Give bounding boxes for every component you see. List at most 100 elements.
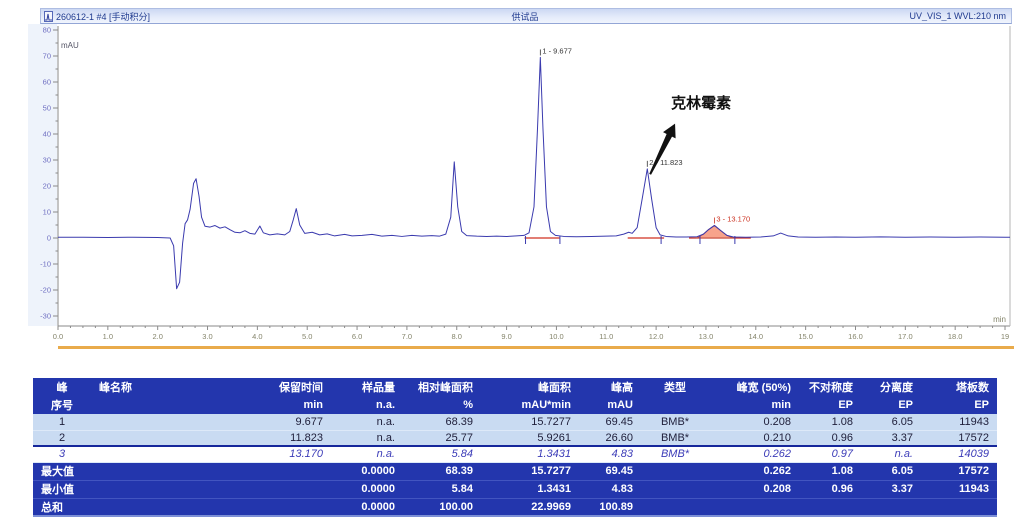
peak-cell: BMB* [641,430,709,446]
x-tick-label: 7.0 [402,332,412,341]
peak-cell: n.a. [331,430,403,446]
chromatography-workstation-page: 260612-1 #4 [手动积分] 供试品 UV_VIS_1 WVL:210 … [0,0,1026,529]
results-header-row: 序号minn.a.%mAU*minmAUminEPEPEP [33,396,997,414]
peak-cell: 17572 [921,430,997,446]
x-tick-label: 6.0 [352,332,362,341]
chromatogram-icon [44,11,53,22]
column-header-cell: 分离度 [861,378,921,396]
summary-cell: 0.96 [799,480,861,498]
summary-cell: 0.262 [709,462,799,480]
peak-cell: 1 [33,414,91,430]
x-tick-label: 16.0 [848,332,863,341]
sample-type-title: 供试品 [365,10,686,23]
y-tick-label: 40 [43,130,51,139]
peak-cell: 11.823 [241,430,331,446]
peak-cell: 1.08 [799,414,861,430]
x-tick-label: 8.0 [452,332,462,341]
summary-cell: 3.37 [861,480,921,498]
summary-cell: 100.89 [579,498,641,516]
summary-row: 总和0.0000100.0022.9969100.89 [33,498,997,516]
y-tick-label: 70 [43,52,51,61]
y-tick-label: 10 [43,208,51,217]
summary-cell: 17572 [921,462,997,480]
panel-bottom-rule [58,346,1014,349]
peak-row[interactable]: 313.170n.a.5.841.34314.83BMB*0.2620.97n.… [33,446,997,462]
x-tick-label: 13.0 [699,332,714,341]
y-tick-label: 60 [43,78,51,87]
x-tick-label: 19 [1001,332,1009,341]
peak-cell: 15.7277 [481,414,579,430]
peak-cell: 5.9261 [481,430,579,446]
column-header-cell: 保留时间 [241,378,331,396]
peak-cell: 2 [33,430,91,446]
column-header-cell: 峰名称 [91,378,241,396]
summary-cell: 1.3431 [481,480,579,498]
column-header-cell: EP [861,396,921,414]
summary-label-cell: 最小值 [33,480,241,498]
summary-cell [641,498,709,516]
column-header-cell: % [403,396,481,414]
results-header-row: 峰峰名称保留时间样品量相对峰面积峰面积峰高类型峰宽 (50%)不对称度分离度塔板… [33,378,997,396]
peak-cell: 14039 [921,446,997,462]
peak-cell: 3 [33,446,91,462]
x-tick-label: 0.0 [53,332,63,341]
peak-cell: 0.210 [709,430,799,446]
column-header-cell: mAU*min [481,396,579,414]
summary-cell [921,498,997,516]
y-tick-label: -20 [40,286,51,295]
y-tick-label: -30 [40,312,51,321]
chromatogram-panel: 260612-1 #4 [手动积分] 供试品 UV_VIS_1 WVL:210 … [28,8,1014,349]
column-header-cell: 塔板数 [921,378,997,396]
summary-cell: 68.39 [403,462,481,480]
peak-cell [91,430,241,446]
summary-cell: 5.84 [403,480,481,498]
peak-results-table: 峰峰名称保留时间样品量相对峰面积峰面积峰高类型峰宽 (50%)不对称度分离度塔板… [33,378,997,517]
summary-cell [241,480,331,498]
summary-cell: 0.0000 [331,498,403,516]
y-tick-label: 20 [43,182,51,191]
column-header-cell: 峰高 [579,378,641,396]
detector-channel-title: UV_VIS_1 WVL:210 nm [685,11,1011,21]
x-axis-unit-label: min [993,315,1006,324]
summary-cell: 6.05 [861,462,921,480]
column-header-cell: 不对称度 [799,378,861,396]
peak-cell: 4.83 [579,446,641,462]
peak-row[interactable]: 19.677n.a.68.3915.727769.45BMB*0.2081.08… [33,414,997,430]
y-tick-label: 0 [47,234,51,243]
summary-cell [241,462,331,480]
peak-cell: 9.677 [241,414,331,430]
summary-label-cell: 最大值 [33,462,241,480]
peak-cell: 3.37 [861,430,921,446]
annotation-arrow [649,124,675,175]
peak-cell: n.a. [331,446,403,462]
peak-cell: 0.97 [799,446,861,462]
chromatogram-plot[interactable]: 80706050403020100-10-20-300.01.02.03.04.… [28,24,1014,346]
peak-cell: 69.45 [579,414,641,430]
x-tick-label: 15.0 [798,332,813,341]
x-tick-label: 4.0 [252,332,262,341]
analyte-annotation-label: 克林霉素 [671,94,731,112]
summary-cell: 69.45 [579,462,641,480]
peak-row[interactable]: 211.823n.a.25.775.926126.60BMB*0.2100.96… [33,430,997,446]
x-tick-label: 14.0 [748,332,763,341]
column-header-cell: 峰 [33,378,91,396]
x-tick-label: 10.0 [549,332,564,341]
y-tick-label: 80 [43,26,51,35]
column-header-cell: 峰宽 (50%) [709,378,799,396]
x-tick-label: 3.0 [202,332,212,341]
peak-cell: BMB* [641,414,709,430]
summary-row: 最大值0.000068.3915.727769.450.2621.086.051… [33,462,997,480]
summary-cell: 0.0000 [331,480,403,498]
column-header-cell [91,396,241,414]
summary-cell [641,462,709,480]
y-tick-label: -10 [40,260,51,269]
summary-cell [241,498,331,516]
summary-label-cell: 总和 [33,498,241,516]
y-axis-gutter [28,24,57,326]
column-header-cell: EP [799,396,861,414]
summary-cell: 1.08 [799,462,861,480]
peak-cell: 0.96 [799,430,861,446]
x-tick-label: 18.0 [948,332,963,341]
summary-cell [641,480,709,498]
x-tick-label: 5.0 [302,332,312,341]
